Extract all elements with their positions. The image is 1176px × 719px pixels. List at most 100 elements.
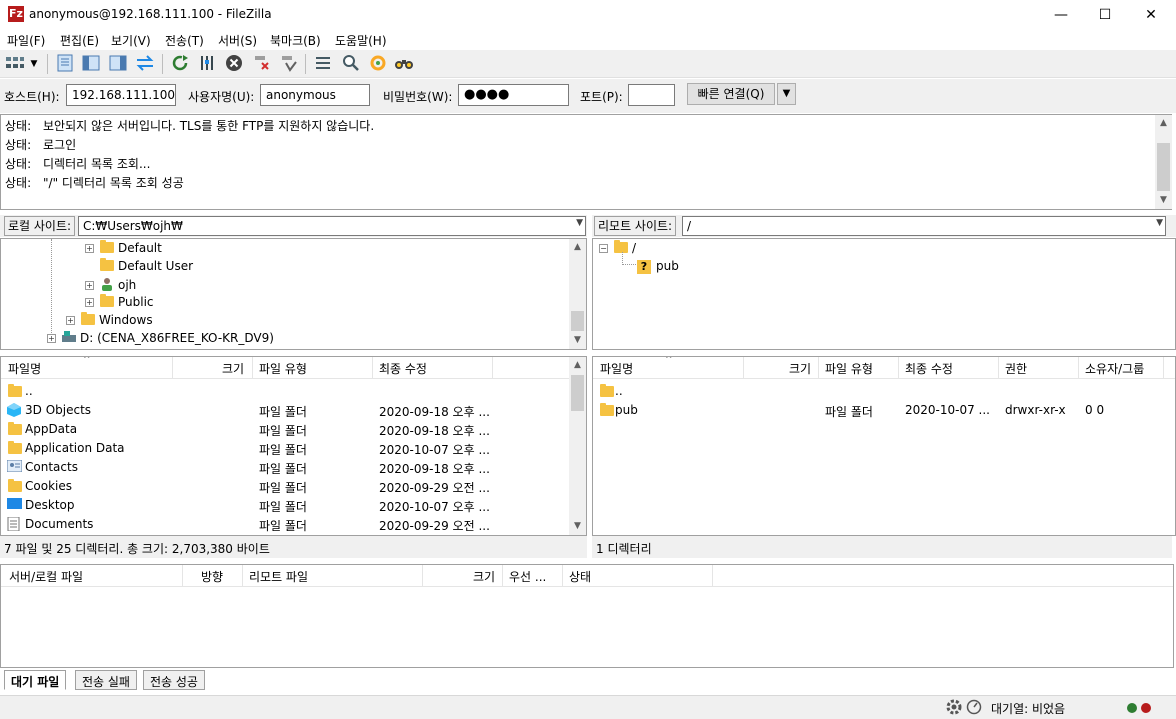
disconnect-icon[interactable] xyxy=(252,54,272,74)
scroll-thumb[interactable] xyxy=(1157,143,1170,191)
chevron-down-icon[interactable]: ▼ xyxy=(576,218,583,228)
process-queue-icon[interactable] xyxy=(197,54,217,74)
gear-icon[interactable] xyxy=(946,699,962,718)
remote-path-combo[interactable]: / ▼ xyxy=(682,216,1166,236)
close-button[interactable]: ✕ xyxy=(1128,0,1174,30)
scroll-thumb[interactable] xyxy=(571,311,584,331)
reconnect-icon[interactable] xyxy=(279,54,299,74)
column-modified[interactable]: 최종 수정 xyxy=(905,360,953,377)
port-input[interactable] xyxy=(628,84,675,106)
tree-node-default[interactable]: + Default xyxy=(85,240,162,255)
menu-bookmarks[interactable]: 북마크(B) xyxy=(270,32,321,49)
menu-view[interactable]: 보기(V) xyxy=(111,32,151,49)
column-size[interactable]: 크기 xyxy=(473,568,495,585)
menu-help[interactable]: 도움말(H) xyxy=(335,32,387,49)
status-bar: 대기열: 비었음 xyxy=(0,695,1176,719)
tree-node-public[interactable]: + Public xyxy=(85,294,154,309)
menu-transfer[interactable]: 전송(T) xyxy=(165,32,204,49)
list-item[interactable]: pub 파일 폴더 2020-10-07 ... drwxr-xr-x 0 0 xyxy=(593,401,1175,420)
column-size[interactable]: 크기 xyxy=(222,360,244,377)
column-priority[interactable]: 우선 ... xyxy=(509,568,546,585)
list-item[interactable]: Cookies 파일 폴더 2020-09-29 오전 ... xyxy=(1,477,569,496)
list-item[interactable]: Application Data 파일 폴더 2020-10-07 오후 ... xyxy=(1,439,569,458)
list-item[interactable]: 3D Objects 파일 폴더 2020-09-18 오후 ... xyxy=(1,401,569,420)
list-item[interactable]: .. xyxy=(593,382,1175,401)
tree-node-pub[interactable]: ? pub xyxy=(637,259,679,274)
site-manager-dropdown-icon[interactable]: ▼ xyxy=(28,54,40,74)
minimize-button[interactable]: — xyxy=(1038,0,1084,30)
list-item[interactable]: .. xyxy=(1,382,569,401)
remote-status-line: 1 디렉터리 xyxy=(592,536,1172,558)
column-size[interactable]: 크기 xyxy=(789,360,811,377)
scroll-thumb[interactable] xyxy=(571,375,584,411)
column-direction[interactable]: 방향 xyxy=(201,568,223,585)
tree-node-windows[interactable]: + Windows xyxy=(66,312,153,327)
tab-successful-transfers[interactable]: 전송 성공 xyxy=(143,670,205,690)
toggle-queue-icon[interactable] xyxy=(135,54,155,74)
column-server-local-file[interactable]: 서버/로컬 파일 xyxy=(9,568,83,585)
list-item[interactable]: AppData 파일 폴더 2020-09-18 오후 ... xyxy=(1,420,569,439)
list-item[interactable]: Documents 파일 폴더 2020-09-29 오전 ... xyxy=(1,515,569,534)
column-filename[interactable]: 파일명 xyxy=(600,360,633,377)
password-input[interactable]: ●●●● xyxy=(458,84,569,106)
chevron-down-icon[interactable]: ▼ xyxy=(1156,218,1163,228)
column-permissions[interactable]: 권한 xyxy=(1005,360,1027,377)
column-remote-file[interactable]: 리모트 파일 xyxy=(249,568,308,585)
menu-edit[interactable]: 편집(E) xyxy=(60,32,99,49)
scroll-up-icon[interactable]: ▲ xyxy=(1155,115,1172,132)
scroll-down-icon[interactable]: ▼ xyxy=(1155,192,1172,209)
cancel-icon[interactable] xyxy=(224,54,244,74)
local-tree-scrollbar[interactable]: ▲ ▼ xyxy=(569,239,586,349)
search-icon[interactable] xyxy=(341,54,361,74)
local-path-text: C:₩Users₩ojh₩ xyxy=(83,219,183,233)
filter-icon[interactable] xyxy=(313,54,333,74)
expand-icon[interactable]: + xyxy=(85,281,94,290)
maximize-button[interactable]: ☐ xyxy=(1082,0,1128,30)
list-item[interactable]: Desktop 파일 폴더 2020-10-07 오후 ... xyxy=(1,496,569,515)
site-manager-icon[interactable] xyxy=(5,54,25,74)
collapse-icon[interactable]: − xyxy=(599,244,608,253)
menu-file[interactable]: 파일(F) xyxy=(7,32,45,49)
column-status[interactable]: 상태 xyxy=(569,568,591,585)
refresh-icon[interactable] xyxy=(170,54,190,74)
scroll-down-icon[interactable]: ▼ xyxy=(569,518,586,535)
column-filename[interactable]: 파일명 xyxy=(8,360,41,377)
desktop-icon xyxy=(7,498,22,513)
expand-icon[interactable]: + xyxy=(47,334,56,343)
expand-icon[interactable]: + xyxy=(85,244,94,253)
message-log: 상태: 보안되지 않은 서버입니다. TLS를 통한 FTP를 지원하지 않습니다… xyxy=(0,114,1172,210)
list-item[interactable]: Contacts 파일 폴더 2020-09-18 오후 ... xyxy=(1,458,569,477)
log-line: 상태: "/" 디렉터리 목록 조회 성공 xyxy=(5,176,184,190)
toggle-log-icon[interactable] xyxy=(55,54,75,74)
column-filetype[interactable]: 파일 유형 xyxy=(825,360,873,377)
toggle-remote-tree-icon[interactable] xyxy=(108,54,128,74)
tree-node-drive-d[interactable]: + D: (CENA_X86FREE_KO-KR_DV9) xyxy=(47,331,274,345)
local-list-scrollbar[interactable]: ▲ ▼ xyxy=(569,357,586,535)
speed-limit-icon[interactable] xyxy=(966,699,982,718)
local-file-list: 파일명 ^ 크기 파일 유형 최종 수정 .. 3D Objects 파일 폴더 2… xyxy=(0,356,587,536)
tab-failed-transfers[interactable]: 전송 실패 xyxy=(75,670,137,690)
sync-browse-icon[interactable] xyxy=(368,54,388,74)
log-scrollbar[interactable]: ▲ ▼ xyxy=(1155,115,1172,209)
scroll-down-icon[interactable]: ▼ xyxy=(569,332,586,349)
tree-node-default-user[interactable]: Default User xyxy=(85,258,193,273)
tab-queued-files[interactable]: 대기 파일 xyxy=(4,670,67,690)
scroll-up-icon[interactable]: ▲ xyxy=(569,357,586,374)
quickconnect-button[interactable]: 빠른 연결(Q) xyxy=(687,83,775,105)
quickconnect-dropdown-icon[interactable]: ▼ xyxy=(777,83,796,105)
username-input[interactable]: anonymous xyxy=(260,84,370,106)
compare-icon[interactable] xyxy=(394,54,414,74)
menu-server[interactable]: 서버(S) xyxy=(218,32,257,49)
scroll-up-icon[interactable]: ▲ xyxy=(569,239,586,256)
toggle-local-tree-icon[interactable] xyxy=(81,54,101,74)
folder-icon xyxy=(100,294,114,307)
folder-icon xyxy=(600,384,614,397)
local-path-combo[interactable]: C:₩Users₩ojh₩ ▼ xyxy=(78,216,586,236)
column-modified[interactable]: 최종 수정 xyxy=(379,360,427,377)
expand-icon[interactable]: + xyxy=(85,298,94,307)
column-owner-group[interactable]: 소유자/그룹 xyxy=(1085,360,1144,377)
tree-node-ojh[interactable]: + ojh xyxy=(85,277,136,292)
column-filetype[interactable]: 파일 유형 xyxy=(259,360,307,377)
host-input[interactable]: 192.168.111.100 xyxy=(66,84,176,106)
expand-icon[interactable]: + xyxy=(66,316,75,325)
